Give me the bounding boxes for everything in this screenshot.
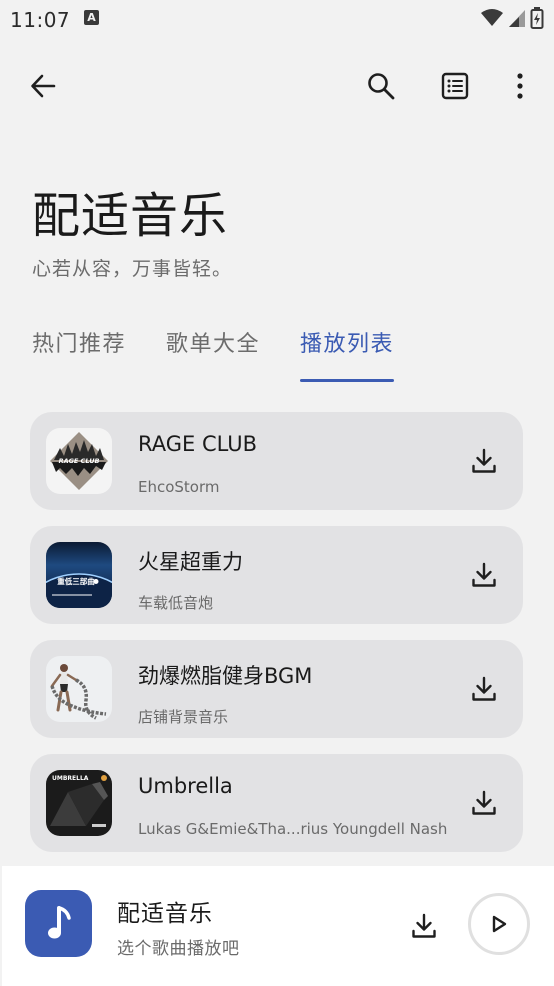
page-title: 配适音乐 [32, 188, 229, 244]
cover-text: 重低三部曲 [57, 576, 95, 586]
list-view-icon [441, 72, 469, 100]
list-view-button[interactable] [433, 64, 477, 108]
download-icon [472, 790, 496, 815]
play-icon [492, 915, 507, 933]
more-vertical-icon [517, 73, 523, 99]
cover-text: RAGE CLUB [59, 457, 100, 465]
tab-hot-recommend[interactable]: 热门推荐 [32, 330, 126, 382]
status-time: 11:07 [10, 8, 71, 32]
page-subtitle: 心若从容，万事皆轻。 [32, 258, 233, 280]
song-item[interactable]: UMBRELLA Umbrella Lukas G&Emie&Tha...riu… [30, 754, 523, 852]
search-icon [368, 73, 395, 100]
status-icons [480, 6, 544, 30]
song-item[interactable]: 劲爆燃脂健身BGM 店铺背景音乐 [30, 640, 523, 738]
back-button[interactable] [21, 64, 65, 108]
download-button[interactable] [469, 446, 499, 476]
song-artist: 车载低音炮 [138, 594, 214, 612]
player-cover[interactable] [25, 890, 92, 957]
tab-bar: 热门推荐 歌单大全 播放列表 [32, 330, 434, 382]
play-button[interactable] [468, 893, 530, 955]
wifi-icon [481, 9, 503, 26]
player-download-button[interactable] [409, 911, 439, 941]
download-icon [472, 448, 496, 473]
song-list: RAGE CLUB RAGE CLUB EhcoStorm 重低三部曲 火星超重… [30, 412, 523, 868]
more-options-button[interactable] [498, 64, 542, 108]
top-toolbar [0, 56, 554, 116]
song-title: RAGE CLUB [138, 432, 258, 456]
music-note-icon [47, 905, 71, 938]
signal-icon [509, 10, 525, 27]
download-icon [412, 913, 436, 938]
battery-charging-icon [530, 7, 544, 29]
album-cover: UMBRELLA [46, 770, 112, 836]
cover-text: UMBRELLA [52, 775, 89, 782]
status-bar: 11:07 A [0, 0, 554, 38]
download-button[interactable] [469, 560, 499, 590]
song-item[interactable]: 重低三部曲 火星超重力 车载低音炮 [30, 526, 523, 624]
album-cover: RAGE CLUB [46, 428, 112, 494]
song-artist: EhcoStorm [138, 478, 220, 496]
song-title: 劲爆燃脂健身BGM [138, 664, 313, 688]
song-title: 火星超重力 [138, 550, 243, 574]
search-button[interactable] [359, 64, 403, 108]
song-artist: 店铺背景音乐 [138, 708, 229, 726]
download-button[interactable] [469, 674, 499, 704]
song-artist: Lukas G&Emie&Tha...rius Youngdell Nash [138, 820, 448, 838]
notification-badge: A [84, 10, 99, 25]
album-cover: 重低三部曲 [46, 542, 112, 608]
download-icon [472, 562, 496, 587]
song-title: Umbrella [138, 774, 233, 798]
download-icon [472, 676, 496, 701]
tab-play-queue[interactable]: 播放列表 [300, 330, 395, 382]
player-title: 配适音乐 [117, 901, 213, 927]
album-cover [46, 656, 112, 722]
tab-playlists[interactable]: 歌单大全 [166, 330, 260, 382]
download-button[interactable] [469, 788, 499, 818]
song-item[interactable]: RAGE CLUB RAGE CLUB EhcoStorm [30, 412, 523, 510]
mini-player[interactable]: 配适音乐 选个歌曲播放吧 [2, 866, 554, 986]
player-subtitle: 选个歌曲播放吧 [117, 939, 240, 959]
arrow-left-icon [31, 74, 56, 98]
header: 配适音乐 心若从容，万事皆轻。 [32, 186, 232, 281]
